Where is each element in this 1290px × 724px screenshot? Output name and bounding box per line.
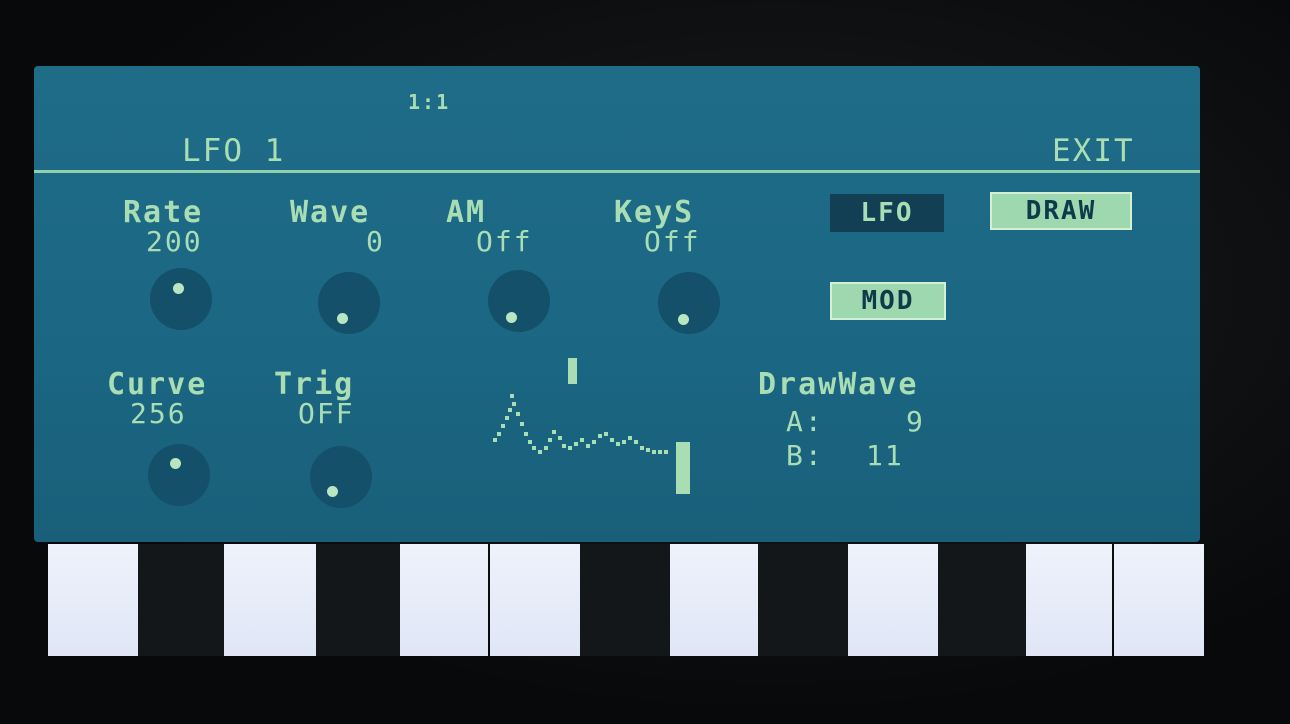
key-3[interactable] (224, 544, 316, 656)
rate-knob[interactable] (150, 268, 212, 330)
key-2[interactable] (138, 544, 224, 656)
knob-indicator (173, 283, 184, 294)
drawwave-preview[interactable] (488, 358, 698, 498)
curve-knob[interactable] (148, 444, 210, 506)
key-13[interactable] (1114, 544, 1204, 656)
key-5[interactable] (400, 544, 488, 656)
draw-mode-button[interactable]: DRAW (990, 192, 1132, 230)
wave-points (493, 394, 668, 454)
drawwave-a-value: 9 (906, 405, 925, 438)
drawwave-title: DrawWave (758, 367, 919, 402)
param-am-label: AM (446, 195, 487, 230)
param-keys-value: Off (644, 225, 701, 258)
key-12[interactable] (1026, 544, 1112, 656)
keyboard-strip (48, 544, 1204, 656)
key-10[interactable] (848, 544, 938, 656)
cursor-marker-bottom (676, 442, 690, 494)
knob-indicator (506, 312, 517, 323)
trig-knob[interactable] (310, 446, 372, 508)
key-8[interactable] (670, 544, 758, 656)
am-knob[interactable] (488, 270, 550, 332)
key-9[interactable] (758, 544, 848, 656)
drawwave-b-value: 11 (866, 439, 904, 472)
param-wave-label: Wave (290, 195, 371, 230)
drawwave-b-label: B: (786, 439, 824, 472)
header-divider (34, 170, 1200, 173)
knob-indicator (337, 313, 348, 324)
exit-button[interactable]: EXIT (1052, 136, 1135, 167)
param-curve-value: 256 (130, 397, 187, 430)
knob-indicator (678, 314, 689, 325)
mod-button[interactable]: MOD (830, 282, 946, 320)
page-title: LFO 1 (182, 133, 286, 169)
knob-indicator (327, 486, 338, 497)
keys-knob[interactable] (658, 272, 720, 334)
key-6[interactable] (490, 544, 580, 656)
drawwave-a-label: A: (786, 405, 824, 438)
key-4[interactable] (316, 544, 400, 656)
knob-indicator (170, 458, 181, 469)
param-wave-value: 0 (366, 225, 385, 258)
lfo-mode-button[interactable]: LFO (830, 194, 944, 232)
param-keys-label: KeyS (614, 195, 695, 230)
param-trig-label: Trig (274, 367, 355, 402)
key-7[interactable] (580, 544, 670, 656)
param-trig-value: OFF (298, 397, 355, 430)
key-1[interactable] (48, 544, 138, 656)
wave-knob[interactable] (318, 272, 380, 334)
param-rate-label: Rate (123, 195, 204, 230)
cursor-marker-top (568, 358, 577, 384)
param-rate-value: 200 (146, 225, 203, 258)
key-11[interactable] (938, 544, 1026, 656)
param-am-value: Off (476, 225, 533, 258)
param-curve-label: Curve (107, 367, 208, 402)
page-indicator: 1:1 (408, 90, 451, 114)
